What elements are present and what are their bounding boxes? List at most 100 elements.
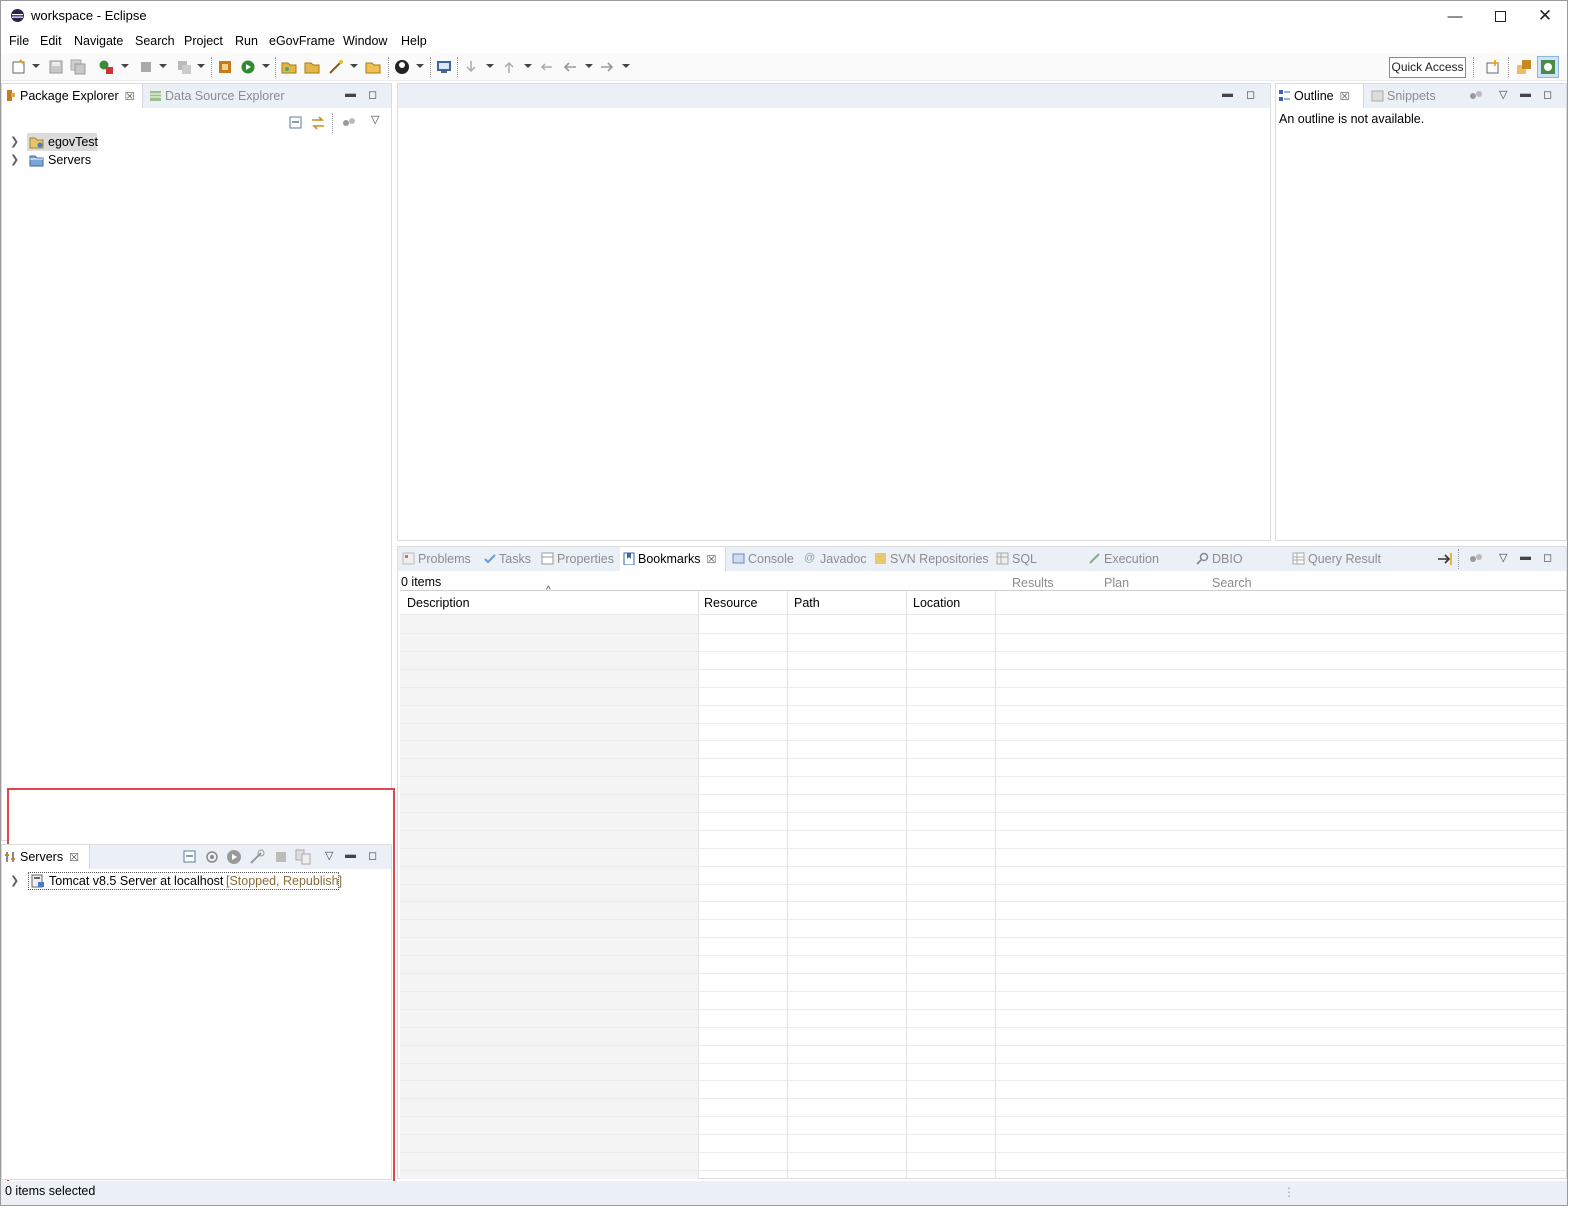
view-menu-filter-icon[interactable] — [1468, 551, 1484, 567]
close-tab-icon[interactable]: ☒ — [707, 548, 717, 572]
menu-window[interactable]: Window — [343, 34, 387, 48]
maximize-icon[interactable]: ◻ — [1543, 88, 1552, 101]
back-icon[interactable] — [562, 59, 578, 75]
expand-arrow-icon[interactable]: ❯ — [10, 133, 19, 151]
view-menu-filter-icon[interactable] — [341, 115, 357, 131]
open-task-icon[interactable] — [304, 59, 320, 75]
open-type-icon[interactable] — [281, 59, 297, 75]
tree-item-servers[interactable]: ❯ Servers — [10, 151, 210, 169]
stop-icon[interactable] — [138, 59, 154, 75]
stop-dropdown-icon[interactable] — [159, 64, 167, 68]
tab-outline[interactable]: Outline ☒ — [1276, 84, 1364, 108]
debug-server-icon[interactable] — [98, 59, 114, 75]
tab-bookmarks[interactable]: Bookmarks ☒ — [620, 547, 726, 571]
next-annotation-dropdown-icon[interactable] — [486, 64, 494, 68]
show-view-menu-icon[interactable] — [1437, 551, 1453, 567]
view-menu-filter-icon[interactable] — [1468, 88, 1484, 104]
tab-servers[interactable]: Servers ☒ — [2, 845, 90, 869]
close-tab-icon[interactable]: ☒ — [125, 85, 135, 109]
close-tab-icon[interactable]: ☒ — [1340, 85, 1350, 109]
expand-arrow-icon[interactable]: ❯ — [10, 151, 19, 169]
collapse-all-icon[interactable] — [182, 849, 198, 865]
close-window-button[interactable]: ✕ — [1522, 1, 1567, 31]
debug-dropdown-icon[interactable] — [121, 64, 129, 68]
menu-run[interactable]: Run — [235, 34, 258, 48]
column-header-path[interactable]: Path — [794, 596, 820, 610]
tab-query-result[interactable]: Query Result — [1290, 547, 1382, 571]
tab-package-explorer[interactable]: Package Explorer ☒ — [2, 84, 143, 108]
menu-help[interactable]: Help — [401, 34, 427, 48]
close-tab-icon[interactable]: ☒ — [69, 846, 79, 870]
minimize-icon[interactable]: ▬ — [1520, 88, 1531, 100]
tab-dbio-search[interactable]: DBIO Search — [1194, 547, 1284, 590]
tab-data-source-explorer[interactable]: Data Source Explorer — [147, 84, 297, 108]
maximize-icon[interactable]: ◻ — [1543, 551, 1552, 564]
tab-problems[interactable]: Problems — [400, 547, 477, 571]
tab-javadoc[interactable]: @ Javadoc — [802, 547, 870, 571]
tab-snippets[interactable]: Snippets — [1369, 84, 1449, 108]
tab-tasks[interactable]: Tasks — [481, 547, 535, 571]
tab-console[interactable]: Console — [730, 547, 798, 571]
collapse-all-icon[interactable] — [288, 115, 304, 131]
egov-user-icon[interactable] — [394, 59, 410, 75]
tab-svn-repositories[interactable]: SVN Repositories — [872, 547, 990, 571]
menu-file[interactable]: File — [9, 34, 29, 48]
debug-server-icon[interactable] — [204, 849, 220, 865]
run-dropdown-icon[interactable] — [262, 64, 270, 68]
search-wand-icon[interactable] — [328, 59, 344, 75]
tree-item-egovtest[interactable]: ❯ egovTest — [10, 133, 210, 151]
maximize-icon[interactable]: ◻ — [1246, 88, 1255, 101]
maximize-window-button[interactable] — [1477, 1, 1523, 31]
maximize-icon[interactable]: ◻ — [368, 88, 377, 101]
start-server-icon[interactable] — [226, 849, 242, 865]
new-dropdown-icon[interactable] — [32, 64, 40, 68]
save-icon[interactable] — [48, 59, 64, 75]
quick-access-field[interactable]: Quick Access — [1389, 57, 1466, 78]
java-ee-perspective-icon[interactable] — [1516, 59, 1532, 75]
minimize-icon[interactable]: ▬ — [1222, 88, 1233, 100]
tab-sql-results[interactable]: SQL Results — [994, 547, 1080, 590]
external-tools-dropdown-icon[interactable] — [197, 64, 205, 68]
expand-arrow-icon[interactable]: ❯ — [10, 872, 19, 890]
view-menu-chevron-down-icon[interactable]: ▽ — [371, 113, 379, 126]
menu-project[interactable]: Project — [184, 34, 223, 48]
external-tools-icon[interactable] — [176, 59, 192, 75]
forward-dropdown-icon[interactable] — [622, 64, 630, 68]
save-all-icon[interactable] — [70, 59, 86, 75]
view-menu-chevron-down-icon[interactable]: ▽ — [325, 849, 333, 862]
menu-navigate[interactable]: Navigate — [74, 34, 123, 48]
egov-dropdown-icon[interactable] — [416, 64, 424, 68]
tab-properties[interactable]: Properties — [539, 547, 619, 571]
build-icon[interactable] — [217, 59, 233, 75]
back-dropdown-icon[interactable] — [585, 64, 593, 68]
minimize-icon[interactable]: ▬ — [345, 849, 356, 861]
previous-annotation-icon[interactable] — [501, 59, 517, 75]
view-menu-chevron-down-icon[interactable]: ▽ — [1499, 551, 1507, 564]
last-edit-icon[interactable] — [539, 59, 555, 75]
server-item-tomcat[interactable]: ❯ Tomcat v8.5 Server at localhost [Stopp… — [10, 872, 350, 890]
search-dropdown-icon[interactable] — [350, 64, 358, 68]
stop-server-icon[interactable] — [273, 849, 289, 865]
column-header-resource[interactable]: Resource — [704, 596, 758, 610]
previous-annotation-dropdown-icon[interactable] — [524, 64, 532, 68]
tab-execution-plan[interactable]: Execution Plan — [1086, 547, 1186, 590]
minimize-icon[interactable]: ▬ — [345, 88, 356, 100]
menu-egovframe[interactable]: eGovFrame — [269, 34, 335, 48]
column-header-location[interactable]: Location — [913, 596, 960, 610]
menu-edit[interactable]: Edit — [40, 34, 62, 48]
open-folder-icon[interactable] — [365, 59, 381, 75]
minimize-window-button[interactable]: — — [1432, 1, 1478, 31]
next-annotation-icon[interactable] — [463, 59, 479, 75]
open-perspective-icon[interactable] — [1486, 59, 1502, 75]
menu-search[interactable]: Search — [135, 34, 175, 48]
column-header-description[interactable]: Description — [407, 596, 470, 610]
view-menu-chevron-down-icon[interactable]: ▽ — [1499, 88, 1507, 101]
profile-server-icon[interactable] — [249, 849, 265, 865]
maximize-icon[interactable]: ◻ — [368, 849, 377, 862]
egov-perspective-button[interactable] — [1537, 56, 1559, 78]
publish-icon[interactable] — [295, 849, 311, 865]
new-icon[interactable] — [11, 59, 27, 75]
minimize-icon[interactable]: ▬ — [1520, 551, 1531, 563]
link-with-editor-icon[interactable] — [310, 115, 326, 131]
terminal-icon[interactable] — [436, 59, 452, 75]
